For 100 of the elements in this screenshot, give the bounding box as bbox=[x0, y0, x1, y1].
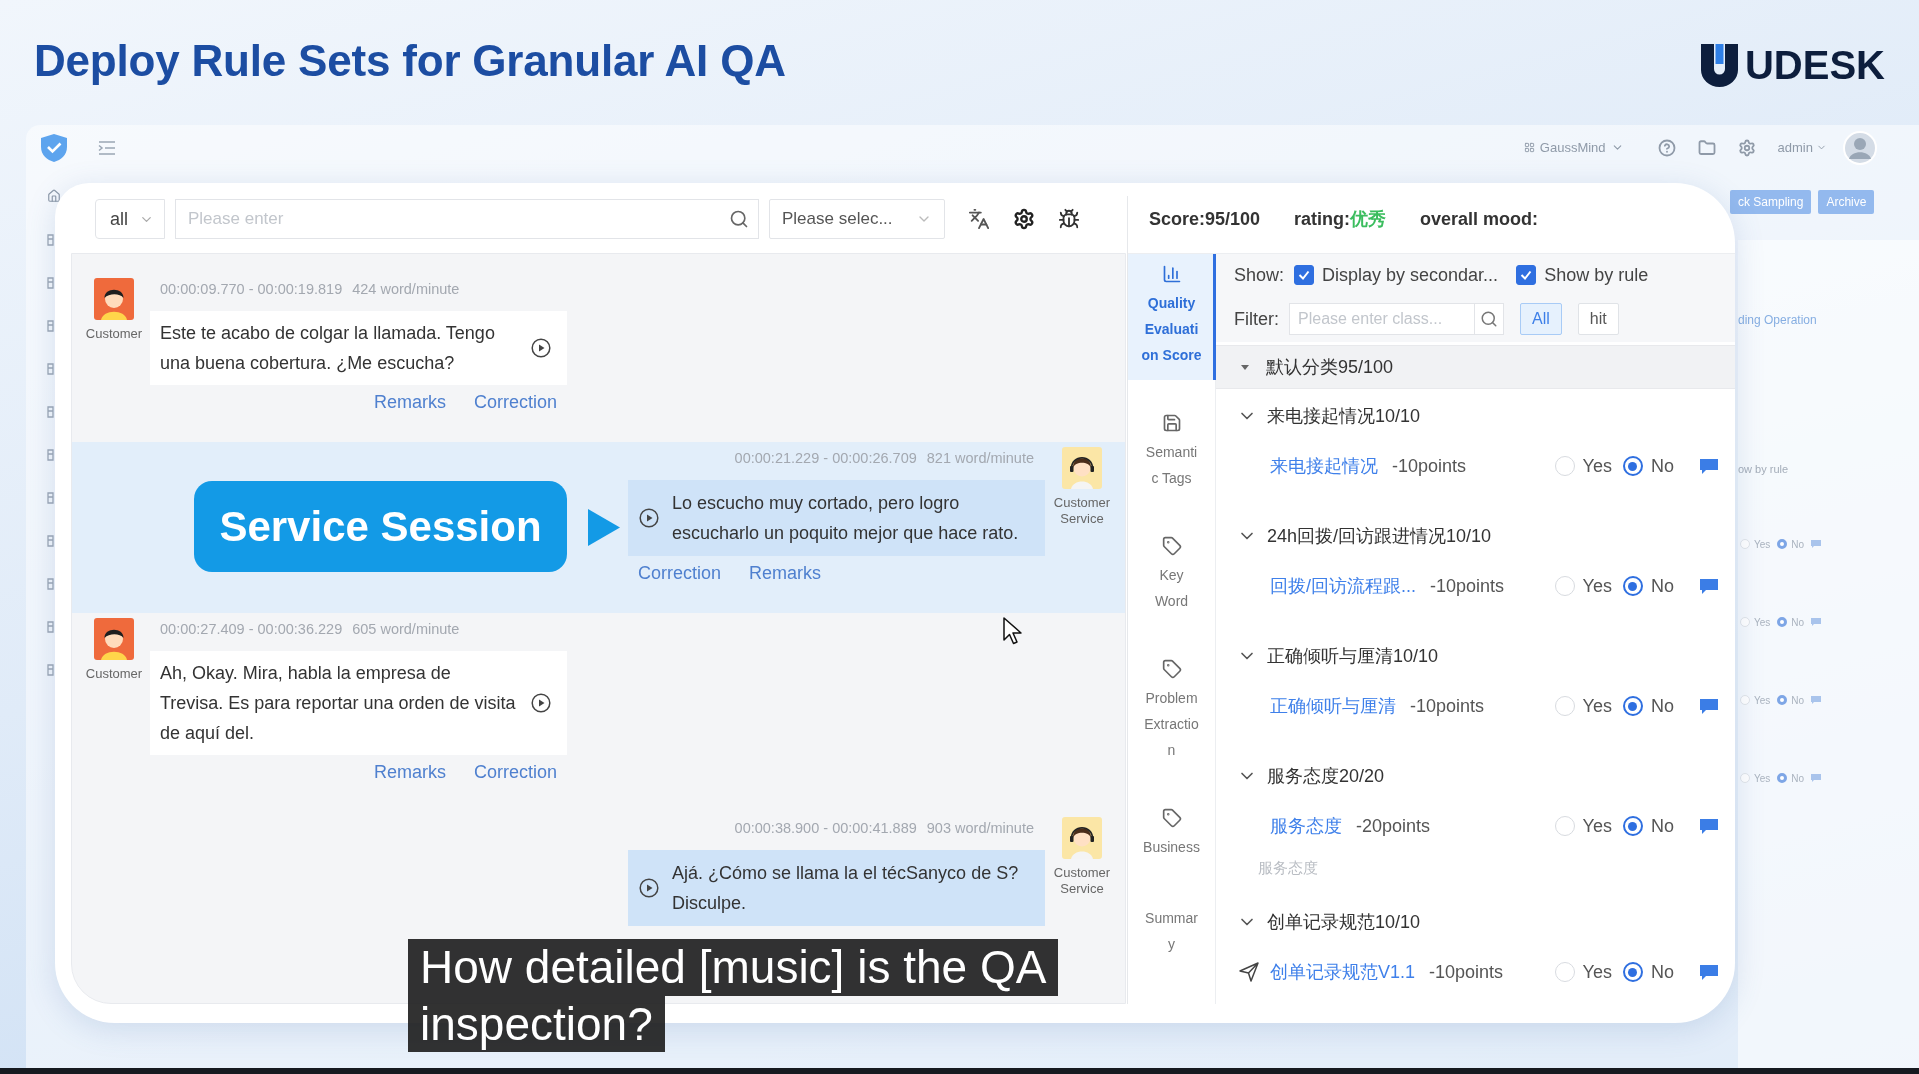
nav-item-icon[interactable] bbox=[47, 578, 54, 590]
radio-icon[interactable] bbox=[1777, 773, 1788, 783]
play-icon[interactable] bbox=[639, 508, 659, 528]
radio-option[interactable]: Yes bbox=[1554, 695, 1612, 717]
play-icon[interactable] bbox=[531, 693, 551, 713]
checkbox-option[interactable]: Display by secondar... bbox=[1294, 264, 1499, 286]
help-icon[interactable] bbox=[1657, 138, 1676, 157]
radio-option[interactable]: Yes bbox=[1554, 961, 1612, 983]
radio-option[interactable]: Yes bbox=[1740, 772, 1771, 784]
settings-icon[interactable] bbox=[1013, 208, 1035, 230]
side-tab[interactable]: Summary bbox=[1128, 895, 1216, 969]
action-button[interactable]: ck Sampling bbox=[1730, 190, 1812, 214]
action-link[interactable]: Remarks bbox=[373, 761, 446, 783]
nav-item-icon[interactable] bbox=[47, 621, 54, 633]
speaker-label: Customer bbox=[85, 666, 143, 682]
radio-option[interactable]: Yes bbox=[1554, 455, 1612, 477]
folder-icon[interactable] bbox=[1697, 138, 1716, 157]
rule-link[interactable]: 创单记录规范V1.1 bbox=[1270, 960, 1416, 984]
nav-item-icon[interactable] bbox=[47, 492, 54, 504]
radio-icon[interactable] bbox=[1623, 816, 1643, 836]
shield-check-icon[interactable] bbox=[41, 133, 67, 162]
radio-option[interactable]: No bbox=[1777, 694, 1805, 706]
comment-icon[interactable] bbox=[1700, 818, 1718, 834]
action-link[interactable]: Correction bbox=[473, 391, 557, 413]
group-title: 正确倾听与厘清10/10 bbox=[1267, 645, 1439, 668]
filter-toggle[interactable]: All bbox=[1520, 303, 1562, 335]
search-icon[interactable] bbox=[729, 209, 749, 229]
side-tab[interactable]: Semantic Tags bbox=[1128, 403, 1216, 503]
nav-item-icon[interactable] bbox=[47, 363, 54, 375]
radio-option[interactable]: Yes bbox=[1554, 815, 1612, 837]
side-tab[interactable]: Key Word bbox=[1128, 526, 1216, 626]
user-avatar-icon[interactable] bbox=[1843, 130, 1877, 165]
rule-link[interactable]: 来电接起情况 bbox=[1270, 454, 1378, 478]
radio-option[interactable]: No bbox=[1777, 616, 1805, 628]
radio-option[interactable]: No bbox=[1777, 772, 1805, 784]
filter-input[interactable]: Please enter class... bbox=[1289, 303, 1474, 335]
radio-icon[interactable] bbox=[1623, 696, 1643, 716]
radio-icon[interactable] bbox=[1623, 456, 1643, 476]
home-icon[interactable] bbox=[47, 189, 61, 203]
headset-avatar-icon bbox=[1062, 447, 1102, 489]
search-button[interactable] bbox=[1474, 303, 1504, 335]
radio-option[interactable]: No bbox=[1623, 815, 1674, 837]
nav-item-icon[interactable] bbox=[47, 664, 54, 676]
comment-icon[interactable] bbox=[1700, 698, 1718, 714]
comment-icon[interactable] bbox=[1700, 964, 1718, 980]
radio-option[interactable]: No bbox=[1623, 961, 1674, 983]
comment-icon[interactable] bbox=[1700, 458, 1718, 474]
nav-item-icon[interactable] bbox=[47, 320, 54, 332]
radio-option[interactable]: Yes bbox=[1554, 575, 1612, 597]
checkbox-option[interactable]: Show by rule bbox=[1516, 264, 1649, 286]
comment-icon[interactable] bbox=[1811, 618, 1822, 626]
checkbox-icon[interactable] bbox=[1294, 265, 1315, 285]
radio-icon[interactable] bbox=[1777, 617, 1788, 627]
bug-icon[interactable] bbox=[1058, 208, 1080, 230]
search-input[interactable]: Please enter bbox=[175, 199, 759, 239]
comment-icon[interactable] bbox=[1811, 540, 1822, 548]
nav-item-icon[interactable] bbox=[47, 277, 54, 289]
side-tab[interactable]: Problem Extraction bbox=[1128, 649, 1216, 775]
action-link[interactable]: Remarks bbox=[749, 562, 822, 584]
message-text: Ah, Okay. Mira, habla la empresa de Trevisa. Es para reportar una orden de visita de aquí del. bbox=[160, 662, 517, 745]
radio-option[interactable]: Yes bbox=[1740, 538, 1771, 550]
select-dropdown[interactable]: Please selec... bbox=[769, 199, 945, 239]
radio-option[interactable]: No bbox=[1623, 575, 1674, 597]
translate-icon[interactable] bbox=[968, 208, 990, 230]
workspace-dropdown[interactable]: GaussMind bbox=[1523, 140, 1624, 155]
action-link[interactable]: Remarks bbox=[373, 391, 446, 413]
comment-icon[interactable] bbox=[1811, 774, 1822, 782]
radio-option[interactable]: No bbox=[1623, 455, 1674, 477]
nav-item-icon[interactable] bbox=[47, 234, 54, 246]
list-icon[interactable] bbox=[98, 139, 116, 156]
action-link[interactable]: Correction bbox=[473, 761, 557, 783]
paper-plane-icon[interactable] bbox=[1239, 962, 1259, 982]
side-tab[interactable]: Quality Evaluation Score bbox=[1128, 254, 1216, 380]
user-menu[interactable]: admin bbox=[1777, 140, 1827, 155]
nav-item-icon[interactable] bbox=[47, 535, 54, 547]
caret-icon[interactable] bbox=[1240, 362, 1250, 372]
radio-icon[interactable] bbox=[1623, 962, 1643, 982]
radio-option[interactable]: Yes bbox=[1740, 694, 1771, 706]
radio-icon[interactable] bbox=[1777, 539, 1788, 549]
radio-option[interactable]: No bbox=[1623, 695, 1674, 717]
play-icon[interactable] bbox=[639, 878, 659, 898]
filter-toggle[interactable]: hit bbox=[1577, 303, 1619, 335]
comment-icon[interactable] bbox=[1811, 696, 1822, 704]
nav-item-icon[interactable] bbox=[47, 406, 54, 418]
radio-option[interactable]: Yes bbox=[1740, 616, 1771, 628]
rule-link[interactable]: 回拨/回访流程跟... bbox=[1270, 574, 1416, 598]
play-icon[interactable] bbox=[531, 338, 551, 358]
radio-icon[interactable] bbox=[1777, 695, 1788, 705]
action-link[interactable]: Correction bbox=[638, 562, 722, 584]
rule-link[interactable]: 正确倾听与厘清 bbox=[1270, 694, 1396, 718]
side-tab[interactable]: Business bbox=[1128, 798, 1216, 872]
checkbox-icon[interactable] bbox=[1516, 265, 1537, 285]
nav-item-icon[interactable] bbox=[47, 449, 54, 461]
comment-icon[interactable] bbox=[1700, 578, 1718, 594]
rule-link[interactable]: 服务态度 bbox=[1270, 814, 1342, 838]
radio-option[interactable]: No bbox=[1777, 538, 1805, 550]
operation-link[interactable]: ding Operation bbox=[1738, 312, 1817, 328]
action-button[interactable]: Archive bbox=[1818, 190, 1875, 214]
scope-dropdown[interactable]: all bbox=[95, 199, 165, 239]
radio-icon[interactable] bbox=[1623, 576, 1643, 596]
